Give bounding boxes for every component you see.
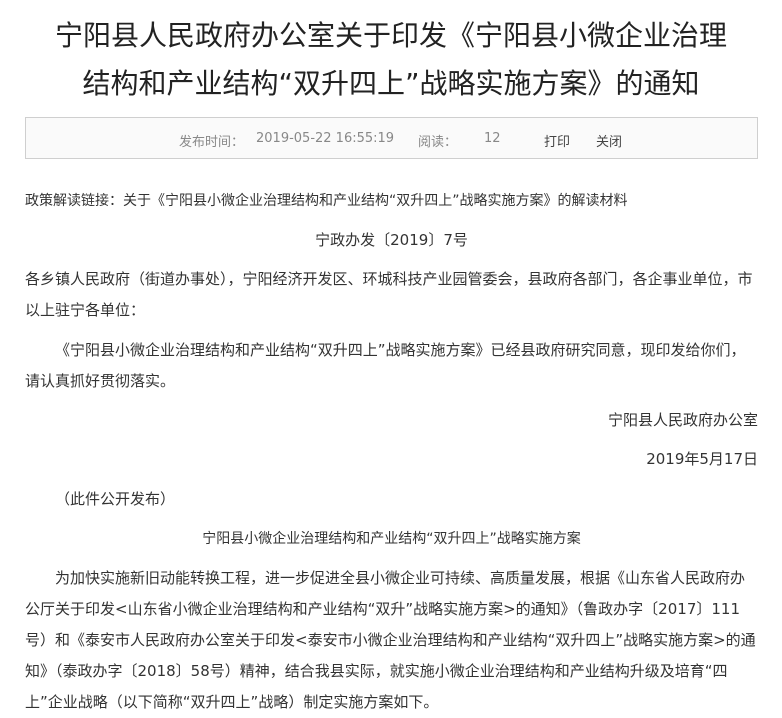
read-count-value: 12	[484, 131, 501, 146]
title-line-2: 结构和产业结构“双升四上”战略实施方案》的通知	[82, 67, 700, 100]
document-number: 宁政办发〔2019〕7号	[315, 231, 468, 249]
publish-time-value: 2019-05-22 16:55:19	[256, 131, 395, 146]
recipients-paragraph: 各乡镇人民政府（街道办事处），宁阳经济开发区、环城科技产业园管委会，县政府各部门…	[25, 270, 753, 319]
publish-time-label: 发布时间：	[179, 135, 245, 150]
issuer-signature: 宁阳县人民政府办公室	[607, 411, 758, 429]
title-line-1: 宁阳县人民政府办公室关于印发《宁阳县小微企业治理	[54, 19, 727, 52]
close-button[interactable]: 关闭	[596, 131, 622, 150]
print-button[interactable]: 打印	[544, 131, 570, 150]
read-count-label: 阅读：	[418, 135, 458, 150]
article-info-bar: 发布时间： 2019-05-22 16:55:19 阅读： 12 打印 关闭	[25, 117, 758, 159]
notice-paragraph: 《宁阳县小微企业治理结构和产业结构“双升四上”战略实施方案》已经县政府研究同意，…	[25, 341, 746, 390]
page-title: 宁阳县人民政府办公室关于印发《宁阳县小微企业治理 结构和产业结构“双升四上”战略…	[0, 12, 782, 108]
public-release-note: （此件公开发布）	[55, 490, 176, 508]
issue-date: 2019年5月17日	[646, 450, 758, 468]
policy-interpretation-link[interactable]: 政策解读链接：关于《宁阳县小微企业治理结构和产业结构“双升四上”战略实施方案》的…	[25, 186, 758, 217]
plan-intro-paragraph: 为加快实施新旧动能转换工程，进一步促进全县小微企业可持续、高质量发展，根据《山东…	[25, 569, 756, 711]
plan-title: 宁阳县小微企业治理结构和产业结构“双升四上”战略实施方案	[202, 531, 581, 547]
